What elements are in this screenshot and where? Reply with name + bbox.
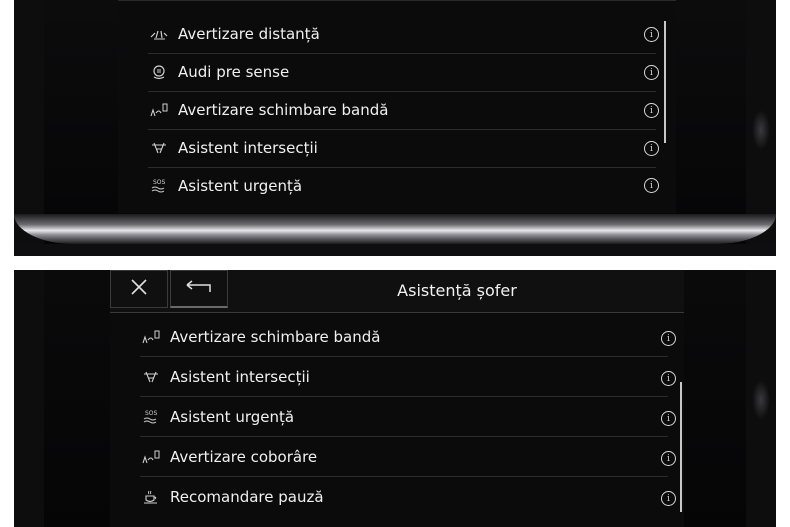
pre-sense-icon <box>148 64 170 80</box>
page-title: Asistență șofer <box>397 281 517 300</box>
list-item-label: Asistent urgență <box>178 177 303 195</box>
list-item-label: Avertizare schimbare bandă <box>170 328 381 346</box>
info-button[interactable]: i <box>661 371 676 386</box>
row-divider <box>140 356 668 357</box>
list-item-label: Asistent urgență <box>170 408 295 426</box>
list-item-emergency[interactable]: SOS Asistent urgență <box>148 167 302 205</box>
lane-change-icon <box>140 330 162 344</box>
list-item-distance-warning[interactable]: Avertizare distanță <box>148 15 320 53</box>
list-item-label: Asistent intersecții <box>178 139 318 157</box>
list-item-pre-sense[interactable]: Audi pre sense <box>148 53 289 91</box>
info-button[interactable]: i <box>661 411 676 426</box>
info-glyph: i <box>650 105 653 116</box>
close-icon <box>130 278 148 300</box>
header-bar: Asistență șofer <box>110 270 684 313</box>
list-item-emergency[interactable]: SOS Asistent urgență <box>140 398 294 436</box>
info-glyph: i <box>650 29 653 40</box>
list-item-label: Audi pre sense <box>178 63 290 81</box>
list-item-label: Asistent intersecții <box>170 368 310 386</box>
exit-warning-icon <box>140 450 162 464</box>
lane-change-icon <box>148 103 170 117</box>
row-divider <box>140 436 668 437</box>
info-glyph: i <box>667 453 670 464</box>
list-item-intersection[interactable]: Asistent intersecții <box>140 358 310 396</box>
scrollbar[interactable] <box>664 21 666 143</box>
row-divider <box>140 396 668 397</box>
list-item-exit-warning[interactable]: Avertizare coborâre <box>140 438 317 476</box>
list-item-break-recommendation[interactable]: Recomandare pauză <box>140 478 324 516</box>
row-divider <box>140 476 668 477</box>
back-button[interactable] <box>170 270 228 308</box>
intersection-icon <box>140 370 162 384</box>
emergency-sos-icon: SOS <box>148 178 170 194</box>
info-button[interactable]: i <box>661 451 676 466</box>
info-button[interactable]: i <box>644 27 659 42</box>
list-item-label: Avertizare coborâre <box>170 448 318 466</box>
info-button[interactable]: i <box>644 141 659 156</box>
intersection-icon <box>148 141 170 155</box>
top-screen: Avertizare distanță i Audi pre sense i A… <box>118 0 676 213</box>
list-item-lane-change[interactable]: Avertizare schimbare bandă <box>140 318 380 356</box>
list-item-label: Avertizare distanță <box>178 25 320 43</box>
back-arrow-icon <box>184 279 214 299</box>
info-button[interactable]: i <box>661 491 676 506</box>
info-glyph: i <box>667 413 670 424</box>
info-button[interactable]: i <box>644 178 659 193</box>
list-item-label: Avertizare schimbare bandă <box>178 101 389 119</box>
distance-warning-icon <box>148 28 170 40</box>
close-button[interactable] <box>110 270 168 308</box>
info-button[interactable]: i <box>644 103 659 118</box>
bottom-screen: Asistență șofer Avertizare schimbare ban… <box>110 270 684 527</box>
info-glyph: i <box>650 67 653 78</box>
chrome-trim <box>14 214 776 244</box>
info-button[interactable]: i <box>644 65 659 80</box>
info-glyph: i <box>667 333 670 344</box>
list-item-lane-change[interactable]: Avertizare schimbare bandă <box>148 91 388 129</box>
top-photo: Avertizare distanță i Audi pre sense i A… <box>14 0 776 256</box>
list-item-intersection[interactable]: Asistent intersecții <box>148 129 318 167</box>
info-glyph: i <box>650 143 653 154</box>
info-glyph: i <box>667 373 670 384</box>
svg-text:SOS: SOS <box>153 179 166 186</box>
scrollbar[interactable] <box>680 382 682 512</box>
bezel-left <box>14 270 44 527</box>
list-item-label: Recomandare pauză <box>170 488 324 506</box>
bezel-right <box>746 270 776 527</box>
info-button[interactable]: i <box>661 331 676 346</box>
emergency-sos-icon: SOS <box>140 409 162 425</box>
bottom-photo: Asistență șofer Avertizare schimbare ban… <box>14 270 776 527</box>
trim-shadow <box>14 244 776 256</box>
coffee-cup-icon <box>140 489 162 505</box>
info-glyph: i <box>667 493 670 504</box>
info-glyph: i <box>650 180 653 191</box>
svg-text:SOS: SOS <box>145 410 158 417</box>
